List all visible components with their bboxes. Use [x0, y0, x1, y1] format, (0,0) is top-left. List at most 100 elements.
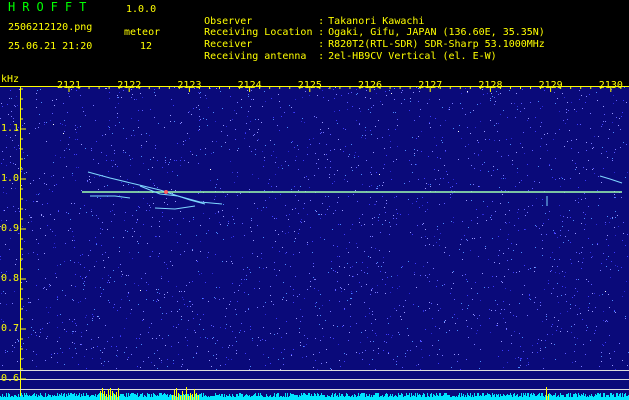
noise-speckle [362, 135, 363, 136]
noise-speckle [435, 326, 436, 327]
noise-speckle [489, 309, 490, 310]
noise-speckle [184, 291, 185, 292]
noise-floor-bar [422, 395, 423, 400]
noise-speckle [15, 211, 16, 212]
noise-speckle [160, 307, 161, 308]
noise-speckle [294, 112, 295, 113]
noise-speckle [80, 301, 81, 302]
noise-speckle [555, 179, 556, 180]
noise-floor-bar [364, 393, 365, 400]
noise-speckle [117, 117, 118, 118]
noise-speckle [490, 120, 491, 121]
noise-speckle [538, 101, 539, 102]
noise-speckle [516, 316, 517, 317]
noise-speckle [375, 204, 376, 205]
noise-speckle [497, 131, 498, 132]
noise-floor-bar [369, 394, 370, 400]
noise-speckle [615, 149, 616, 150]
noise-speckle [571, 148, 572, 149]
noise-speckle [606, 266, 607, 267]
noise-floor-bar [158, 396, 159, 400]
noise-speckle [29, 215, 30, 216]
noise-speckle [119, 92, 120, 93]
noise-floor-bar [283, 396, 284, 400]
noise-speckle [452, 317, 453, 318]
noise-speckle [601, 361, 602, 362]
noise-speckle [620, 129, 621, 130]
app-brand: HROFFT [8, 0, 94, 14]
noise-speckle [218, 211, 219, 212]
noise-speckle [55, 247, 56, 248]
noise-speckle [298, 169, 299, 170]
noise-speckle [5, 350, 6, 351]
noise-speckle [98, 337, 99, 338]
noise-floor-bar [101, 393, 102, 400]
file-name: 2506212120.png [8, 22, 93, 33]
noise-speckle [22, 254, 23, 255]
noise-speckle [325, 196, 326, 197]
noise-speckle [520, 143, 521, 144]
noise-speckle [376, 201, 377, 202]
noise-floor-bar [11, 396, 12, 400]
noise-speckle [57, 353, 58, 354]
noise-speckle [615, 235, 616, 236]
noise-speckle [453, 271, 454, 272]
noise-speckle [417, 198, 418, 199]
noise-speckle [104, 361, 105, 362]
noise-speckle [126, 275, 127, 276]
noise-floor-bar [497, 395, 498, 400]
noise-floor-bar [590, 396, 591, 400]
noise-speckle [89, 179, 90, 180]
noise-speckle [133, 130, 134, 131]
noise-speckle [552, 324, 553, 325]
noise-speckle [123, 128, 124, 129]
noise-speckle [347, 300, 348, 301]
noise-speckle [143, 224, 144, 225]
noise-speckle [585, 224, 586, 225]
noise-speckle [344, 309, 345, 310]
noise-speckle [147, 203, 148, 204]
noise-speckle [112, 166, 113, 167]
noise-speckle [520, 365, 521, 366]
noise-speckle [75, 286, 76, 287]
noise-speckle [389, 135, 390, 136]
noise-speckle [307, 244, 308, 245]
noise-speckle [400, 316, 401, 317]
noise-speckle [276, 157, 277, 158]
noise-speckle [540, 305, 541, 306]
noise-speckle [298, 190, 299, 191]
noise-speckle [50, 229, 51, 230]
noise-speckle [509, 222, 510, 223]
noise-floor-bar [185, 394, 186, 400]
noise-speckle [470, 112, 471, 113]
noise-speckle [525, 229, 526, 230]
noise-speckle [425, 188, 426, 189]
noise-speckle [319, 214, 320, 215]
noise-speckle [343, 128, 344, 129]
noise-speckle [223, 125, 224, 126]
noise-speckle [369, 313, 370, 314]
noise-floor-bar [211, 396, 212, 400]
noise-speckle [588, 296, 589, 297]
noise-speckle [447, 174, 448, 175]
capture-datetime: 25.06.21 21:20 [8, 41, 93, 52]
noise-speckle [541, 340, 542, 341]
noise-speckle [15, 188, 16, 189]
noise-speckle [494, 262, 495, 263]
noise-speckle [371, 247, 372, 248]
noise-speckle [146, 282, 147, 283]
noise-speckle [506, 329, 507, 330]
noise-speckle [554, 232, 555, 233]
noise-floor-bar [227, 396, 228, 400]
noise-speckle [429, 302, 430, 303]
noise-speckle [288, 165, 289, 166]
noise-speckle [35, 332, 36, 333]
noise-speckle [562, 286, 563, 287]
noise-speckle [242, 223, 243, 224]
noise-speckle [162, 338, 163, 339]
noise-floor-bar [486, 395, 487, 400]
noise-floor-bar [266, 394, 267, 400]
noise-speckle [396, 159, 397, 160]
noise-floor-bar [407, 395, 408, 400]
noise-speckle [156, 338, 157, 339]
